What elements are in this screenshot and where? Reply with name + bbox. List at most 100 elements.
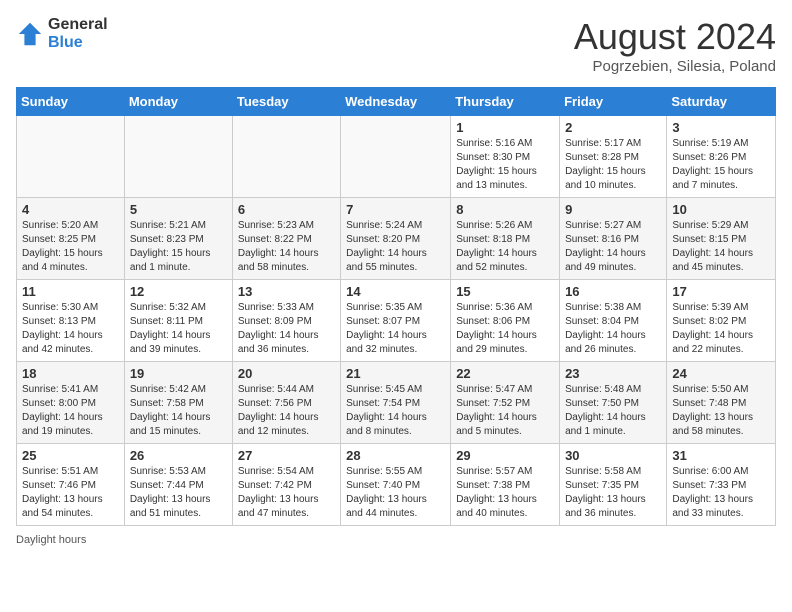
day-number: 21 — [346, 366, 445, 381]
day-info: Sunrise: 5:32 AM Sunset: 8:11 PM Dayligh… — [130, 301, 227, 357]
day-cell: 21 Sunrise: 5:45 AM Sunset: 7:54 PM Dayli… — [341, 362, 451, 444]
day-info: Sunrise: 5:16 AM Sunset: 8:30 PM Dayligh… — [456, 137, 554, 193]
day-cell: 29 Sunrise: 5:57 AM Sunset: 7:38 PM Dayli… — [451, 444, 560, 526]
week-row-5: 25 Sunrise: 5:51 AM Sunset: 7:46 PM Dayli… — [17, 444, 776, 526]
day-info: Sunrise: 5:21 AM Sunset: 8:23 PM Dayligh… — [130, 219, 227, 275]
day-info: Sunrise: 5:58 AM Sunset: 7:35 PM Dayligh… — [565, 465, 661, 521]
logo-blue: Blue — [48, 34, 108, 52]
day-cell: 10 Sunrise: 5:29 AM Sunset: 8:15 PM Dayli… — [667, 198, 776, 280]
day-number: 29 — [456, 448, 554, 463]
day-info: Sunrise: 5:51 AM Sunset: 7:46 PM Dayligh… — [22, 465, 119, 521]
calendar-header-row: SundayMondayTuesdayWednesdayThursdayFrid… — [17, 88, 776, 116]
day-number: 4 — [22, 202, 119, 217]
day-number: 30 — [565, 448, 661, 463]
day-info: Sunrise: 5:23 AM Sunset: 8:22 PM Dayligh… — [238, 219, 335, 275]
day-cell: 20Sunrise: 5:44 AM Sunset: 7:56 PM Dayli… — [232, 362, 340, 444]
day-cell: 5 Sunrise: 5:21 AM Sunset: 8:23 PM Daylig… — [124, 198, 232, 280]
column-header-monday: Monday — [124, 88, 232, 116]
day-info: Sunrise: 5:26 AM Sunset: 8:18 PM Dayligh… — [456, 219, 554, 275]
column-header-friday: Friday — [560, 88, 667, 116]
day-cell: 19Sunrise: 5:42 AM Sunset: 7:58 PM Dayli… — [124, 362, 232, 444]
day-cell: 26Sunrise: 5:53 AM Sunset: 7:44 PM Dayli… — [124, 444, 232, 526]
day-cell: 24 Sunrise: 5:50 AM Sunset: 7:48 PM Dayli… — [667, 362, 776, 444]
day-number: 15 — [456, 284, 554, 299]
week-row-1: 1 Sunrise: 5:16 AM Sunset: 8:30 PM Daylig… — [17, 116, 776, 198]
day-number: 18 — [22, 366, 119, 381]
day-info: Sunrise: 5:35 AM Sunset: 8:07 PM Dayligh… — [346, 301, 445, 357]
day-number: 8 — [456, 202, 554, 217]
day-info: Sunrise: 6:00 AM Sunset: 7:33 PM Dayligh… — [672, 465, 770, 521]
day-cell: 8 Sunrise: 5:26 AM Sunset: 8:18 PM Daylig… — [451, 198, 560, 280]
day-number: 6 — [238, 202, 335, 217]
day-cell: 16Sunrise: 5:38 AM Sunset: 8:04 PM Dayli… — [560, 280, 667, 362]
day-info: Sunrise: 5:55 AM Sunset: 7:40 PM Dayligh… — [346, 465, 445, 521]
day-cell: 6 Sunrise: 5:23 AM Sunset: 8:22 PM Daylig… — [232, 198, 340, 280]
logo-general: General — [48, 16, 108, 34]
day-number: 24 — [672, 366, 770, 381]
day-info: Sunrise: 5:17 AM Sunset: 8:28 PM Dayligh… — [565, 137, 661, 193]
day-cell: 22Sunrise: 5:47 AM Sunset: 7:52 PM Dayli… — [451, 362, 560, 444]
day-info: Sunrise: 5:54 AM Sunset: 7:42 PM Dayligh… — [238, 465, 335, 521]
day-info: Sunrise: 5:42 AM Sunset: 7:58 PM Dayligh… — [130, 383, 227, 439]
day-cell: 27 Sunrise: 5:54 AM Sunset: 7:42 PM Dayli… — [232, 444, 340, 526]
day-cell: 30 Sunrise: 5:58 AM Sunset: 7:35 PM Dayli… — [560, 444, 667, 526]
footer: Daylight hours — [16, 534, 776, 546]
day-info: Sunrise: 5:36 AM Sunset: 8:06 PM Dayligh… — [456, 301, 554, 357]
day-cell: 12 Sunrise: 5:32 AM Sunset: 8:11 PM Dayli… — [124, 280, 232, 362]
day-number: 10 — [672, 202, 770, 217]
column-header-saturday: Saturday — [667, 88, 776, 116]
day-number: 5 — [130, 202, 227, 217]
day-info: Sunrise: 5:57 AM Sunset: 7:38 PM Dayligh… — [456, 465, 554, 521]
day-info: Sunrise: 5:24 AM Sunset: 8:20 PM Dayligh… — [346, 219, 445, 275]
day-cell — [124, 116, 232, 198]
day-info: Sunrise: 5:45 AM Sunset: 7:54 PM Dayligh… — [346, 383, 445, 439]
day-cell: 15 Sunrise: 5:36 AM Sunset: 8:06 PM Dayli… — [451, 280, 560, 362]
day-number: 13 — [238, 284, 335, 299]
day-number: 25 — [22, 448, 119, 463]
day-cell — [341, 116, 451, 198]
week-row-3: 11 Sunrise: 5:30 AM Sunset: 8:13 PM Dayli… — [17, 280, 776, 362]
logo-text: General Blue — [48, 16, 108, 51]
day-number: 28 — [346, 448, 445, 463]
day-cell: 17 Sunrise: 5:39 AM Sunset: 8:02 PM Dayli… — [667, 280, 776, 362]
day-info: Sunrise: 5:29 AM Sunset: 8:15 PM Dayligh… — [672, 219, 770, 275]
day-cell: 31Sunrise: 6:00 AM Sunset: 7:33 PM Dayli… — [667, 444, 776, 526]
day-cell: 4Sunrise: 5:20 AM Sunset: 8:25 PM Daylig… — [17, 198, 125, 280]
day-cell: 14 Sunrise: 5:35 AM Sunset: 8:07 PM Dayli… — [341, 280, 451, 362]
day-number: 12 — [130, 284, 227, 299]
title-block: August 2024 Pogrzebien, Silesia, Poland — [574, 16, 776, 75]
day-cell: 23 Sunrise: 5:48 AM Sunset: 7:50 PM Dayli… — [560, 362, 667, 444]
location: Pogrzebien, Silesia, Poland — [574, 58, 776, 75]
day-info: Sunrise: 5:30 AM Sunset: 8:13 PM Dayligh… — [22, 301, 119, 357]
day-number: 1 — [456, 120, 554, 135]
logo: General Blue — [16, 16, 108, 51]
column-header-thursday: Thursday — [451, 88, 560, 116]
day-info: Sunrise: 5:39 AM Sunset: 8:02 PM Dayligh… — [672, 301, 770, 357]
day-cell: 13Sunrise: 5:33 AM Sunset: 8:09 PM Dayli… — [232, 280, 340, 362]
day-info: Sunrise: 5:44 AM Sunset: 7:56 PM Dayligh… — [238, 383, 335, 439]
day-info: Sunrise: 5:47 AM Sunset: 7:52 PM Dayligh… — [456, 383, 554, 439]
day-cell: 9Sunrise: 5:27 AM Sunset: 8:16 PM Daylig… — [560, 198, 667, 280]
day-cell: 7Sunrise: 5:24 AM Sunset: 8:20 PM Daylig… — [341, 198, 451, 280]
day-cell: 2Sunrise: 5:17 AM Sunset: 8:28 PM Daylig… — [560, 116, 667, 198]
day-number: 27 — [238, 448, 335, 463]
day-info: Sunrise: 5:48 AM Sunset: 7:50 PM Dayligh… — [565, 383, 661, 439]
day-cell: 3Sunrise: 5:19 AM Sunset: 8:26 PM Daylig… — [667, 116, 776, 198]
day-cell: 18Sunrise: 5:41 AM Sunset: 8:00 PM Dayli… — [17, 362, 125, 444]
day-number: 17 — [672, 284, 770, 299]
week-row-2: 4Sunrise: 5:20 AM Sunset: 8:25 PM Daylig… — [17, 198, 776, 280]
day-cell — [17, 116, 125, 198]
week-row-4: 18Sunrise: 5:41 AM Sunset: 8:00 PM Dayli… — [17, 362, 776, 444]
day-cell: 28 Sunrise: 5:55 AM Sunset: 7:40 PM Dayli… — [341, 444, 451, 526]
day-number: 11 — [22, 284, 119, 299]
day-cell: 1 Sunrise: 5:16 AM Sunset: 8:30 PM Daylig… — [451, 116, 560, 198]
logo-icon — [16, 20, 44, 48]
day-number: 16 — [565, 284, 661, 299]
day-number: 14 — [346, 284, 445, 299]
month-title: August 2024 — [574, 16, 776, 58]
day-info: Sunrise: 5:50 AM Sunset: 7:48 PM Dayligh… — [672, 383, 770, 439]
day-cell: 11 Sunrise: 5:30 AM Sunset: 8:13 PM Dayli… — [17, 280, 125, 362]
day-number: 23 — [565, 366, 661, 381]
day-info: Sunrise: 5:19 AM Sunset: 8:26 PM Dayligh… — [672, 137, 770, 193]
day-cell: 25 Sunrise: 5:51 AM Sunset: 7:46 PM Dayli… — [17, 444, 125, 526]
